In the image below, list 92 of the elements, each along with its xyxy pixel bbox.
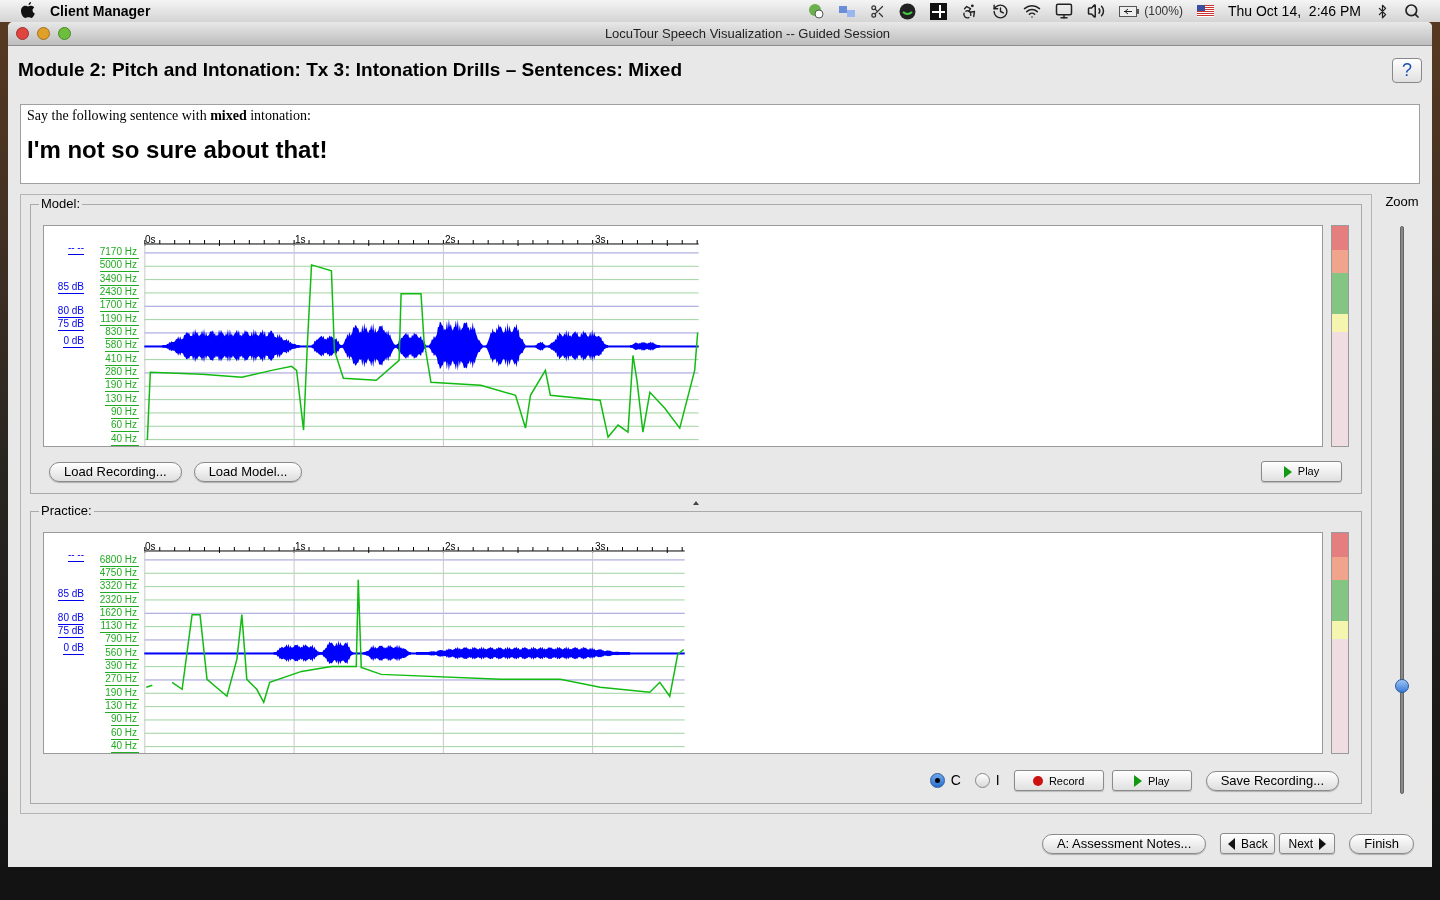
frequency-label: 580 Hz — [105, 339, 139, 353]
radio-option[interactable]: I — [974, 770, 1000, 792]
save-recording-button[interactable]: Save Recording... — [1205, 770, 1339, 791]
frequency-label: 390 Hz — [105, 660, 139, 674]
frequency-label: 2320 Hz — [99, 593, 139, 607]
volume-icon[interactable] — [1087, 2, 1106, 20]
play-button[interactable]: Play — [1111, 770, 1192, 792]
db-label: 80 dB — [57, 612, 84, 626]
frequency-label: 60 Hz — [110, 726, 139, 740]
next-button[interactable]: Next — [1279, 833, 1336, 854]
frequency-label: 1130 Hz — [100, 620, 139, 634]
zoom-label: Zoom — [1385, 194, 1419, 210]
radio-button[interactable] — [974, 773, 990, 789]
db-label: 75 dB — [57, 318, 84, 331]
battery-percentage[interactable]: (100%) — [1144, 2, 1183, 20]
frequency-label: 90 Hz — [110, 713, 139, 727]
frequency-label: 4750 Hz — [99, 566, 139, 580]
db-label: 80 dB — [57, 305, 84, 318]
radio-button[interactable] — [929, 773, 945, 789]
db-label: 85 dB — [57, 588, 84, 602]
frequency-label: 130 Hz — [105, 700, 139, 714]
next-arrow-icon — [1319, 837, 1327, 850]
play-icon — [1283, 465, 1292, 478]
zoom-button[interactable] — [58, 27, 71, 40]
frequency-label: 270 Hz — [105, 673, 139, 687]
scissors-icon[interactable] — [870, 3, 886, 19]
time-label: 2s — [445, 541, 456, 553]
frequency-label: 7170 Hz — [99, 246, 139, 260]
frequency-label: 1190 Hz — [100, 312, 139, 326]
assessment-notes-button[interactable]: A: Assessment Notes... — [1041, 833, 1207, 854]
frequency-label: 60 Hz — [110, 419, 139, 433]
frequency-label: 1620 Hz — [99, 606, 139, 620]
frequency-label: 190 Hz — [105, 686, 139, 700]
flag-icon[interactable] — [1196, 5, 1214, 17]
frequency-label: 90 Hz — [110, 406, 139, 420]
db-label: 0 dB — [63, 642, 84, 656]
frequency-label: 6800 Hz — [99, 553, 139, 567]
target-sentence: I'm not so sure about that! — [27, 136, 329, 164]
battery-icon[interactable] — [1119, 5, 1140, 17]
wifi-icon[interactable] — [1023, 2, 1042, 20]
slider-thumb[interactable] — [1395, 679, 1409, 694]
back-button[interactable]: Back — [1220, 833, 1276, 854]
splitter-handle-icon[interactable] — [693, 500, 699, 505]
time-label: 0s — [145, 541, 156, 553]
history-icon[interactable] — [992, 2, 1010, 20]
load-model-button[interactable]: Load Model... — [193, 461, 303, 482]
frequency-label: 130 Hz — [105, 392, 139, 406]
frequency-label: 790 Hz — [105, 633, 139, 647]
db-label: 0 dB — [63, 335, 84, 348]
window-title: LocuTour Speech Visualization -- Guided Session — [604, 24, 891, 43]
network-icon[interactable] — [838, 3, 857, 19]
frequency-label: 830 Hz — [105, 326, 139, 340]
instruction-text: Say the following sentence with mixed intonation: — [27, 108, 312, 124]
db-label: -- -- — [67, 549, 84, 563]
db-label: 85 dB — [57, 281, 84, 294]
app-name[interactable]: Client Manager — [50, 0, 151, 22]
time-label: 3s — [595, 234, 606, 245]
apple-icon[interactable] — [20, 2, 36, 20]
frequency-label: 280 Hz — [105, 366, 139, 380]
display-icon[interactable] — [1055, 2, 1074, 20]
frequency-label: 2430 Hz — [99, 286, 139, 300]
time-label: 1s — [295, 234, 306, 245]
record-button[interactable]: Record — [1013, 770, 1104, 792]
minimize-button[interactable] — [37, 27, 50, 40]
frequency-label: 40 Hz — [110, 740, 139, 754]
help-button[interactable]: ? — [1392, 57, 1422, 83]
frequency-label: 410 Hz — [105, 352, 139, 366]
module-heading: Module 2: Pitch and Intonation: Tx 3: Intonation Drills – Sentences: Mixed — [18, 57, 682, 82]
play-button[interactable]: Play — [1261, 461, 1342, 482]
frequency-label: 40 Hz — [110, 432, 139, 446]
record-icon — [1032, 775, 1043, 786]
time-label: 3s — [595, 541, 606, 553]
play-icon — [1133, 774, 1142, 787]
db-label: -- -- — [67, 242, 84, 255]
radio-option[interactable]: C — [929, 770, 961, 792]
frequency-label: 190 Hz — [105, 379, 139, 393]
menu-clock[interactable]: Thu Oct 14, 2:46 PM — [1227, 0, 1361, 22]
close-button[interactable] — [16, 27, 29, 40]
frequency-label: 3490 Hz — [99, 272, 139, 286]
load-recording-button[interactable]: Load Recording... — [49, 461, 182, 482]
frequency-label: 560 Hz — [105, 646, 139, 660]
frequency-label: 1700 Hz — [99, 299, 139, 313]
frequency-label: 3320 Hz — [99, 580, 139, 594]
time-label: 0s — [145, 234, 156, 245]
finish-button[interactable]: Finish — [1349, 833, 1414, 854]
zoom-slider[interactable] — [1395, 226, 1409, 794]
db-label: 75 dB — [57, 625, 84, 639]
search-icon[interactable] — [1404, 3, 1420, 19]
back-arrow-icon — [1227, 837, 1235, 850]
time-label: 1s — [295, 541, 306, 553]
time-label: 2s — [445, 234, 456, 245]
frequency-label: 5000 Hz — [99, 259, 139, 273]
